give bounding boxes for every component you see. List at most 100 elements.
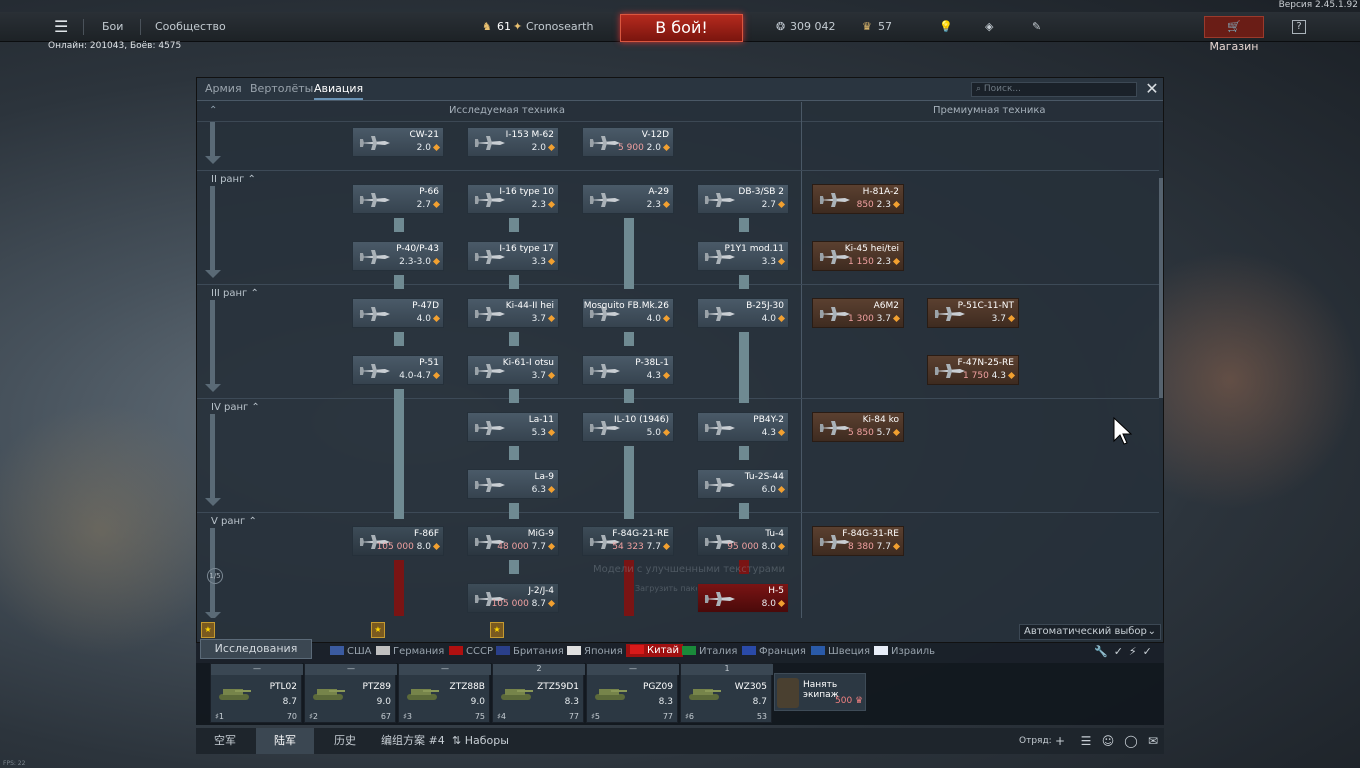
battles-menu[interactable]: Бои (102, 12, 123, 42)
to-battle-button[interactable]: В бой! (620, 14, 743, 42)
vehicle-card[interactable]: P-47D 4.0 (352, 298, 444, 328)
vehicle-card[interactable]: A6M2 1 300 3.7 (812, 298, 904, 328)
vehicle-card[interactable]: B-25J-30 4.0 (697, 298, 789, 328)
username[interactable]: Cronosearth (526, 12, 593, 42)
vehicle-card[interactable]: P-38L-1 4.3 (582, 355, 674, 385)
tree-connector (509, 503, 519, 519)
tab-army[interactable]: Армия (205, 78, 242, 100)
vehicle-card[interactable]: F-84G-31-RE 8 380 7.7 (812, 526, 904, 556)
scrollbar-thumb[interactable] (1159, 178, 1163, 398)
crew-slot[interactable]: 2 ZTZ59D1 8.3 ♯4 77 (492, 663, 585, 723)
vehicle-card[interactable]: DB-3/SB 2 2.7 (697, 184, 789, 214)
crew-slot[interactable]: — ZTZ88B 9.0 ♯3 75 (398, 663, 491, 723)
friends-icon[interactable]: ☺ (1101, 734, 1115, 748)
tab-aviation[interactable]: Авиация (314, 78, 364, 100)
collapse-icon[interactable]: ⌃ (209, 105, 217, 116)
vehicle-card[interactable]: I-153 M-62 2.0 (467, 127, 559, 157)
gold-balance[interactable]: 57 (878, 12, 892, 42)
vehicle-card[interactable]: Mosquito FB.Mk.26 4.0 (582, 298, 674, 328)
vehicle-card[interactable]: Ki-44-II hei 3.7 (467, 298, 559, 328)
version-label: Версия 2.45.1.92 (1278, 0, 1358, 10)
vehicle-card[interactable]: La-11 5.3 (467, 412, 559, 442)
vehicle-card[interactable]: H-81A-2 850 2.3 (812, 184, 904, 214)
vehicle-card[interactable]: Ki-61-I otsu 3.7 (467, 355, 559, 385)
vehicle-card[interactable]: J-2/J-4 105 000 8.7 (467, 583, 559, 613)
player-level: 61 (497, 20, 511, 33)
rank-label: III ранг ⌃ (211, 288, 259, 299)
vehicle-card[interactable]: V-12D 5 900 2.0 (582, 127, 674, 157)
list-icon[interactable]: ☰ (1079, 734, 1093, 748)
aircraft-icon (702, 590, 736, 608)
vehicle-card[interactable]: I-16 type 17 3.3 (467, 241, 559, 271)
add-squad-icon[interactable]: + (1053, 734, 1067, 748)
nation-tab[interactable]: США (330, 646, 372, 657)
vehicle-card[interactable]: Ki-84 ko 5 850 5.7 (812, 412, 904, 442)
vehicle-card[interactable]: P-40/P-43 2.3-3.0 (352, 241, 444, 271)
nation-tab[interactable]: Израиль (874, 646, 935, 657)
crew-slot[interactable]: — PTL02 8.7 ♯1 70 (210, 663, 303, 723)
vehicle-card[interactable]: IL-10 (1946) 5.0 (582, 412, 674, 442)
tools-icons[interactable]: 🔧✓⚡✓ (1094, 645, 1158, 658)
vehicle-br: 1 150 2.3 (848, 257, 901, 267)
vehicle-card[interactable]: Ki-45 hei/tei 1 150 2.3 (812, 241, 904, 271)
auto-select-dropdown[interactable]: Автоматический выбор ⌄ (1019, 624, 1161, 640)
scrollbar[interactable] (1159, 122, 1163, 618)
vehicle-card[interactable]: PB4Y-2 4.3 (697, 412, 789, 442)
vehicle-card[interactable]: P-51 4.0-4.7 (352, 355, 444, 385)
shop-button[interactable]: 🛒 Магазин (1204, 16, 1264, 53)
crew-slot[interactable]: 1 WZ305 8.7 ♯6 53 (680, 663, 773, 723)
search-input[interactable]: ⌕ Поиск... (971, 82, 1137, 97)
close-button[interactable]: ✕ (1143, 80, 1161, 98)
tab-air[interactable]: 空军 (196, 728, 254, 754)
chat-icon[interactable]: ◯ (1124, 734, 1138, 748)
nation-tab[interactable]: Франция (742, 646, 806, 657)
lightbulb-icon[interactable]: 💡 (939, 12, 953, 42)
crew-slot[interactable]: — PTZ89 9.0 ♯2 67 (304, 663, 397, 723)
vehicle-card[interactable]: P-51C-11-NT 3.7 (927, 298, 1019, 328)
silver-balance[interactable]: 309 042 (790, 12, 836, 42)
aircraft-icon (587, 191, 621, 209)
hamburger-icon[interactable]: ☰ (54, 12, 68, 42)
vehicle-card[interactable]: MiG-9 48 000 7.7 (467, 526, 559, 556)
vehicle-card[interactable]: I-16 type 10 2.3 (467, 184, 559, 214)
nation-tab[interactable]: СССР (449, 646, 493, 657)
vehicle-br: 8.0 (762, 599, 786, 609)
vehicle-br: 2.7 (762, 200, 786, 210)
vehicle-card[interactable]: F-86F 105 000 8.0 (352, 526, 444, 556)
research-tab[interactable]: Исследования (200, 639, 312, 659)
nation-tab[interactable]: Китай (626, 644, 684, 657)
vehicle-br: 3.3 (532, 257, 556, 267)
warbond-icon[interactable]: ◈ (985, 12, 993, 42)
vehicle-card[interactable]: Tu-4 95 000 8.0 (697, 526, 789, 556)
community-menu[interactable]: Сообщество (155, 12, 226, 42)
rank-label: IV ранг ⌃ (211, 402, 260, 413)
nation-tab[interactable]: Швеция (811, 646, 870, 657)
hire-crew-button[interactable]: Нанять экипаж 500 ♛ (774, 673, 866, 711)
tab-history[interactable]: 历史 (316, 728, 374, 754)
vehicle-name: PB4Y-2 (753, 415, 784, 425)
help-button[interactable]: ? (1292, 20, 1306, 34)
vehicle-card[interactable]: Tu-2S-44 6.0 (697, 469, 789, 499)
vehicle-card[interactable]: P1Y1 mod.11 3.3 (697, 241, 789, 271)
nation-tab[interactable]: Италия (682, 646, 737, 657)
sets-button[interactable]: ⇅ Наборы (452, 728, 509, 754)
aircraft-icon (702, 305, 736, 323)
vehicle-card[interactable]: A-29 2.3 (582, 184, 674, 214)
nation-tab[interactable]: Германия (376, 646, 444, 657)
bottom-bar: 空军 陆军 历史 编组方案 #4 ⇅ Наборы Отряд: + ☰ ☺ ◯… (196, 728, 1164, 754)
preset-selector[interactable]: 编组方案 #4 (381, 728, 445, 754)
vehicle-card[interactable]: CW-21 2.0 (352, 127, 444, 157)
crew-slot[interactable]: — PGZ09 8.3 ♯5 77 (586, 663, 679, 723)
nation-tab[interactable]: Британия (496, 646, 564, 657)
tab-helicopters[interactable]: Вертолёты (250, 78, 313, 100)
vehicle-card[interactable]: La-9 6.3 (467, 469, 559, 499)
tab-ground[interactable]: 陆军 (256, 728, 314, 754)
vehicle-card[interactable]: P-66 2.7 (352, 184, 444, 214)
coupon-icon[interactable]: ✎ (1032, 12, 1041, 42)
vehicle-card[interactable]: H-5 8.0 (697, 583, 789, 613)
vehicle-card[interactable]: F-47N-25-RE 1 750 4.3 (927, 355, 1019, 385)
vehicle-card[interactable]: F-84G-21-RE 54 323 7.7 (582, 526, 674, 556)
mail-icon[interactable]: ✉ (1146, 734, 1160, 748)
nation-tab[interactable]: Япония (567, 646, 623, 657)
vehicle-name: Ki-61-I otsu (502, 358, 554, 368)
